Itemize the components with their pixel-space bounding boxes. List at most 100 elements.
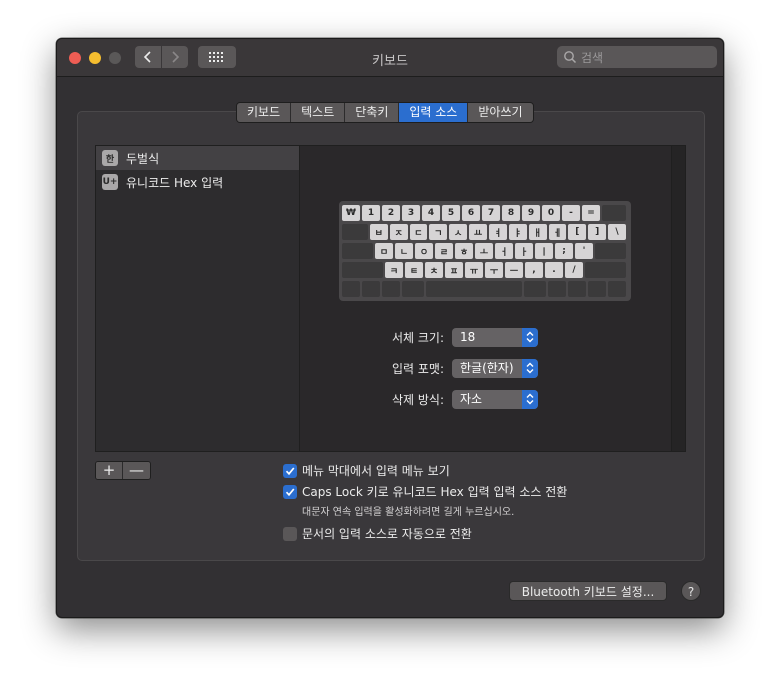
keyboard-key: ㅂ bbox=[369, 224, 388, 240]
keyboard-key: ㅔ bbox=[548, 224, 567, 240]
keyboard-key: ㄱ bbox=[429, 224, 448, 240]
keyboard-layout-preview: ₩1 2 3 4 5 6 7 8 9 0- = ㅂㅈㄷㄱㅅㅛㅕㅑㅐㅔ[] \ ㅁㄴㅇㄹㅎㅗㅓㅏㅣ; ' … bbox=[339, 201, 631, 301]
keyboard-key: ' bbox=[575, 243, 593, 259]
keyboard-row: ㅋㅌㅊㅍㅠㅜㅡ,. / bbox=[342, 262, 628, 278]
keyboard-key: ㄹ bbox=[435, 243, 453, 259]
auto-switch-checkbox[interactable] bbox=[283, 526, 297, 541]
keyboard-preferences-window: 키보드 검색 키보드 텍스트 단축키 입력 소스 받아쓰기 한 두벌식 U+ 유… bbox=[56, 38, 724, 618]
keyboard-key bbox=[595, 243, 626, 259]
keyboard-key bbox=[608, 281, 627, 297]
chevron-updown-icon bbox=[522, 327, 538, 347]
keyboard-row: ㅂㅈㄷㄱㅅㅛㅕㅑㅐㅔ[] \ bbox=[342, 224, 628, 240]
keyboard-row: ㅁㄴㅇㄹㅎㅗㅓㅏㅣ; ' bbox=[342, 243, 628, 259]
keyboard-key bbox=[568, 281, 587, 297]
keyboard-key: , bbox=[525, 262, 543, 278]
keyboard-key: ㅐ bbox=[528, 224, 547, 240]
keyboard-key: ㅍ bbox=[445, 262, 463, 278]
tab-keyboard[interactable]: 키보드 bbox=[237, 103, 292, 122]
keyboard-key: [ bbox=[568, 224, 587, 240]
keyboard-key: / bbox=[565, 262, 583, 278]
keyboard-key bbox=[361, 281, 380, 297]
keyboard-key: ㅎ bbox=[455, 243, 473, 259]
detail-scrollbar[interactable] bbox=[671, 146, 685, 451]
list-item[interactable]: U+ 유니코드 Hex 입력 bbox=[96, 170, 299, 194]
input-source-detail: ₩1 2 3 4 5 6 7 8 9 0- = ㅂㅈㄷㄱㅅㅛㅕㅑㅐㅔ[] \ ㅁㄴㅇㄹㅎㅗㅓㅏㅣ; ' … bbox=[300, 145, 686, 452]
keyboard-row: ₩1 2 3 4 5 6 7 8 9 0- = bbox=[342, 205, 628, 221]
keyboard-key bbox=[401, 281, 424, 297]
show-menu-checkbox[interactable] bbox=[283, 463, 297, 478]
keyboard-key: ㅅ bbox=[449, 224, 468, 240]
keyboard-key bbox=[381, 281, 400, 297]
bluetooth-keyboard-setup-button[interactable]: Bluetooth 키보드 설정... bbox=[509, 581, 667, 601]
source-label: 유니코드 Hex 입력 bbox=[126, 175, 224, 190]
keyboard-key bbox=[588, 281, 607, 297]
keyboard-key: ㅌ bbox=[405, 262, 423, 278]
auto-switch-option[interactable]: 문서의 입력 소스로 자동으로 전환 bbox=[283, 525, 472, 542]
keyboard-key bbox=[602, 205, 626, 221]
tab-input-sources[interactable]: 입력 소스 bbox=[399, 103, 469, 122]
input-format-select[interactable]: 한글(한자) bbox=[452, 358, 538, 378]
show-menu-label: 메뉴 막대에서 입력 메뉴 보기 bbox=[302, 464, 450, 478]
keyboard-key: ㅊ bbox=[425, 262, 443, 278]
keyboard-key: 0 bbox=[542, 205, 560, 221]
keyboard-key: ㅛ bbox=[469, 224, 487, 240]
keyboard-key: ㅕ bbox=[488, 224, 507, 240]
keyboard-key bbox=[342, 262, 383, 278]
auto-switch-label: 문서의 입력 소스로 자동으로 전환 bbox=[302, 527, 472, 541]
keyboard-key bbox=[548, 281, 567, 297]
keyboard-key: 4 bbox=[422, 205, 440, 221]
caps-lock-checkbox[interactable] bbox=[283, 484, 297, 499]
checkmark-icon bbox=[285, 466, 295, 475]
search-field[interactable]: 검색 bbox=[557, 46, 717, 68]
show-menu-option[interactable]: 메뉴 막대에서 입력 메뉴 보기 bbox=[283, 462, 450, 479]
delete-mode-value: 자소 bbox=[460, 391, 483, 406]
keyboard-key: . bbox=[545, 262, 563, 278]
add-source-button[interactable]: + bbox=[96, 462, 124, 479]
keyboard-key bbox=[524, 281, 547, 297]
tab-bar: 키보드 텍스트 단축키 입력 소스 받아쓰기 bbox=[236, 102, 534, 123]
delete-mode-row: 삭제 방식: 자소 bbox=[300, 388, 686, 410]
keyboard-key: \ bbox=[608, 224, 626, 240]
search-icon bbox=[564, 51, 577, 64]
source-label: 두벌식 bbox=[126, 151, 160, 166]
checkmark-icon bbox=[285, 487, 295, 496]
keyboard-key: ㅜ bbox=[485, 262, 503, 278]
keyboard-key: ㅓ bbox=[495, 243, 513, 259]
keyboard-key bbox=[342, 224, 368, 240]
remove-source-button[interactable]: — bbox=[123, 462, 150, 479]
add-remove-control: + — bbox=[95, 461, 151, 480]
list-item[interactable]: 한 두벌식 bbox=[96, 146, 299, 170]
keyboard-key bbox=[425, 281, 523, 297]
help-button[interactable]: ? bbox=[681, 581, 701, 601]
title-bar: 키보드 검색 bbox=[57, 39, 723, 77]
delete-mode-select[interactable]: 자소 bbox=[452, 389, 538, 409]
keyboard-key: 1 bbox=[362, 205, 380, 221]
keyboard-key bbox=[342, 281, 360, 297]
tab-shortcuts[interactable]: 단축키 bbox=[345, 103, 400, 122]
keyboard-key: ㅣ bbox=[535, 243, 553, 259]
font-size-label: 서체 크기: bbox=[391, 330, 444, 345]
input-format-row: 입력 포맷: 한글(한자) bbox=[300, 357, 686, 379]
chevron-updown-icon bbox=[522, 389, 538, 409]
tab-dictation[interactable]: 받아쓰기 bbox=[468, 103, 533, 122]
keyboard-key bbox=[585, 262, 626, 278]
keyboard-key: ㄴ bbox=[395, 243, 413, 259]
keyboard-key: = bbox=[582, 205, 600, 221]
keyboard-key: ₩ bbox=[342, 205, 360, 221]
keyboard-key: ㅏ bbox=[515, 243, 533, 259]
keyboard-key: ] bbox=[588, 224, 607, 240]
keyboard-key: 6 bbox=[462, 205, 480, 221]
keyboard-key: 8 bbox=[502, 205, 520, 221]
keyboard-key: ㅗ bbox=[475, 243, 493, 259]
keyboard-key: ㄷ bbox=[409, 224, 428, 240]
keyboard-key: ㅑ bbox=[508, 224, 527, 240]
keyboard-key: 3 bbox=[402, 205, 420, 221]
keyboard-key: ㅠ bbox=[465, 262, 483, 278]
font-size-value: 18 bbox=[460, 329, 476, 344]
caps-lock-option[interactable]: Caps Lock 키로 유니코드 Hex 입력 입력 소스 전환 bbox=[283, 483, 567, 500]
keyboard-key: ㅡ bbox=[505, 262, 523, 278]
keyboard-key: ㅈ bbox=[389, 224, 408, 240]
font-size-select[interactable]: 18 bbox=[452, 327, 538, 347]
input-source-list[interactable]: 한 두벌식 U+ 유니코드 Hex 입력 bbox=[95, 145, 300, 452]
tab-text[interactable]: 텍스트 bbox=[291, 103, 346, 122]
